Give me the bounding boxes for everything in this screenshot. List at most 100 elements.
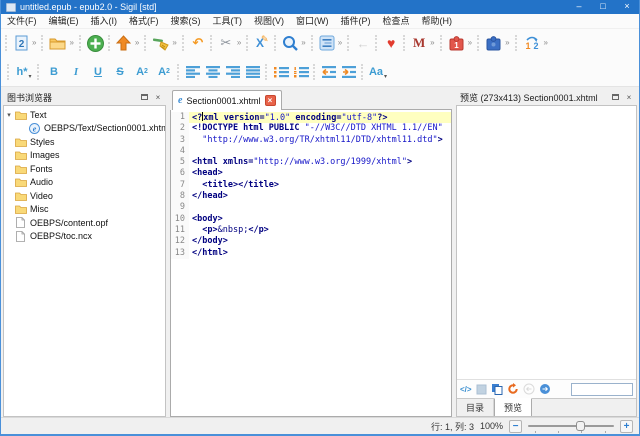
tree-item-oebps-text-section0001-xhtml[interactable]: eOEBPS/Text/Section0001.xhtml	[4, 122, 165, 136]
code-line-11[interactable]: 11 <p>&nbsp;</p>	[171, 225, 451, 236]
cut-button[interactable]: ✂	[216, 32, 236, 54]
menu-item-0[interactable]: 文件(F)	[1, 14, 43, 29]
indent-button[interactable]	[339, 61, 359, 83]
slider-handle[interactable]	[576, 421, 585, 431]
align-right-button[interactable]	[223, 61, 243, 83]
tab-section0001[interactable]: e Section0001.xhtml ×	[172, 90, 282, 110]
new-file-button[interactable]: 2	[11, 32, 31, 54]
donate-button[interactable]: ♥	[381, 32, 401, 54]
chevron-more-icon[interactable]: »	[337, 32, 345, 54]
close-button[interactable]: ×	[615, 0, 639, 14]
menu-item-2[interactable]: 插入(I)	[85, 14, 124, 29]
code-line-5[interactable]: 5<html xmlns="http://www.w3.org/1999/xht…	[171, 157, 451, 168]
bullet-list-button[interactable]	[271, 61, 291, 83]
metadata-editor-button[interactable]: M	[409, 32, 429, 54]
tree-item-oebps-content-opf[interactable]: OEBPS/content.opf	[4, 216, 165, 230]
chevron-more-icon[interactable]: »	[504, 32, 512, 54]
delete-markup-button[interactable]: X ✎	[252, 32, 272, 54]
close-panel-button[interactable]: ×	[623, 91, 635, 103]
code-line-13[interactable]: 13</html>	[171, 248, 451, 259]
chevron-more-icon[interactable]: »	[68, 32, 76, 54]
back-button[interactable]: ←	[353, 32, 373, 54]
bold-button[interactable]: B	[43, 61, 65, 83]
zoom-slider[interactable]	[528, 420, 614, 433]
strikethrough-button[interactable]: S	[109, 61, 131, 83]
clean-button[interactable]	[150, 32, 171, 54]
zoom-in-button[interactable]: +	[620, 420, 633, 433]
menu-item-3[interactable]: 格式(F)	[123, 14, 165, 29]
plugin-manager-button[interactable]	[483, 32, 504, 54]
chevron-more-icon[interactable]: »	[429, 32, 437, 54]
align-justify-button[interactable]	[243, 61, 263, 83]
tree-item-images[interactable]: Images	[4, 149, 165, 163]
tree-item-text[interactable]: ▾Text	[4, 108, 165, 122]
chevron-more-icon[interactable]: »	[543, 32, 551, 54]
zoom-out-button[interactable]: −	[509, 420, 522, 433]
code-line-8[interactable]: 8</head>	[171, 191, 451, 202]
underline-button[interactable]: U	[87, 61, 109, 83]
code-line-2[interactable]: 2<!DOCTYPE html PUBLIC "-//W3C//DTD XHTM…	[171, 123, 451, 134]
preview-tab-inactive[interactable]: 目录	[457, 399, 494, 416]
tree-item-audio[interactable]: Audio	[4, 176, 165, 190]
code-editor[interactable]: 1<?xml version="1.0" encoding="utf-8"?>2…	[170, 110, 452, 417]
float-panel-button[interactable]	[138, 91, 150, 103]
copy-icon[interactable]	[491, 382, 503, 396]
preview-tab-active[interactable]: 预览	[494, 398, 532, 416]
superscript-button[interactable]: A2	[153, 61, 175, 83]
plugin-one-button[interactable]: 1	[446, 32, 467, 54]
preview-search-input[interactable]	[571, 383, 633, 396]
add-existing-button[interactable]	[85, 32, 106, 54]
forward-nav-icon[interactable]	[539, 382, 551, 396]
tab-close-icon[interactable]: ×	[265, 95, 276, 106]
code-line-12[interactable]: 12</body>	[171, 236, 451, 247]
chevron-more-icon[interactable]: »	[467, 32, 475, 54]
outdent-button[interactable]	[319, 61, 339, 83]
close-panel-button[interactable]: ×	[152, 91, 164, 103]
minimize-button[interactable]: –	[567, 0, 591, 14]
menu-item-7[interactable]: 窗口(W)	[290, 14, 335, 29]
menu-item-8[interactable]: 插件(P)	[335, 14, 377, 29]
menu-item-10[interactable]: 帮助(H)	[416, 14, 459, 29]
preview-viewport[interactable]	[457, 106, 636, 379]
italic-button[interactable]: I	[65, 61, 87, 83]
menu-item-1[interactable]: 编辑(E)	[43, 14, 85, 29]
chevron-more-icon[interactable]: »	[171, 32, 179, 54]
menu-item-4[interactable]: 搜索(S)	[165, 14, 207, 29]
menu-item-6[interactable]: 视图(V)	[248, 14, 290, 29]
chevron-more-icon[interactable]: »	[236, 32, 244, 54]
expander-icon[interactable]: ▾	[4, 111, 14, 119]
menu-item-5[interactable]: 工具(T)	[207, 14, 249, 29]
maximize-button[interactable]: □	[591, 0, 615, 14]
chevron-more-icon[interactable]: »	[31, 32, 39, 54]
reformat-html-button[interactable]	[317, 32, 337, 54]
code-line-6[interactable]: 6<head>	[171, 168, 451, 179]
undo-button[interactable]: ↶	[188, 32, 208, 54]
open-file-button[interactable]	[47, 32, 68, 54]
numbered-list-button[interactable]	[291, 61, 311, 83]
checkpoint-button[interactable]: 1 2	[521, 32, 543, 54]
align-left-button[interactable]	[183, 61, 203, 83]
refresh-icon[interactable]	[507, 382, 519, 396]
tree-item-styles[interactable]: Styles	[4, 135, 165, 149]
code-line-9[interactable]: 9	[171, 202, 451, 213]
tree-item-misc[interactable]: Misc	[4, 203, 165, 217]
chevron-more-icon[interactable]: »	[134, 32, 142, 54]
chevron-more-icon[interactable]: »	[300, 32, 308, 54]
menu-item-9[interactable]: 检查点	[377, 14, 416, 29]
select-element-icon[interactable]	[476, 382, 487, 396]
change-case-select[interactable]: Aa ▾	[367, 61, 389, 83]
heading-select[interactable]: h* ▾	[13, 61, 35, 83]
float-panel-button[interactable]	[609, 91, 621, 103]
tree-item-fonts[interactable]: Fonts	[4, 162, 165, 176]
code-line-10[interactable]: 10<body>	[171, 214, 451, 225]
code-line-7[interactable]: 7 <title></title>	[171, 180, 451, 191]
inspect-code-icon[interactable]: </>	[460, 382, 472, 396]
code-line-1[interactable]: 1<?xml version="1.0" encoding="utf-8"?>	[171, 112, 451, 123]
save-button[interactable]	[114, 32, 134, 54]
tree-item-oebps-toc-ncx[interactable]: OEBPS/toc.ncx	[4, 230, 165, 244]
subscript-button[interactable]: A2	[131, 61, 153, 83]
find-replace-button[interactable]	[280, 32, 300, 54]
tree-item-video[interactable]: Video	[4, 189, 165, 203]
code-line-4[interactable]: 4	[171, 146, 451, 157]
code-line-3[interactable]: 3 "http://www.w3.org/TR/xhtml11/DTD/xhtm…	[171, 135, 451, 146]
